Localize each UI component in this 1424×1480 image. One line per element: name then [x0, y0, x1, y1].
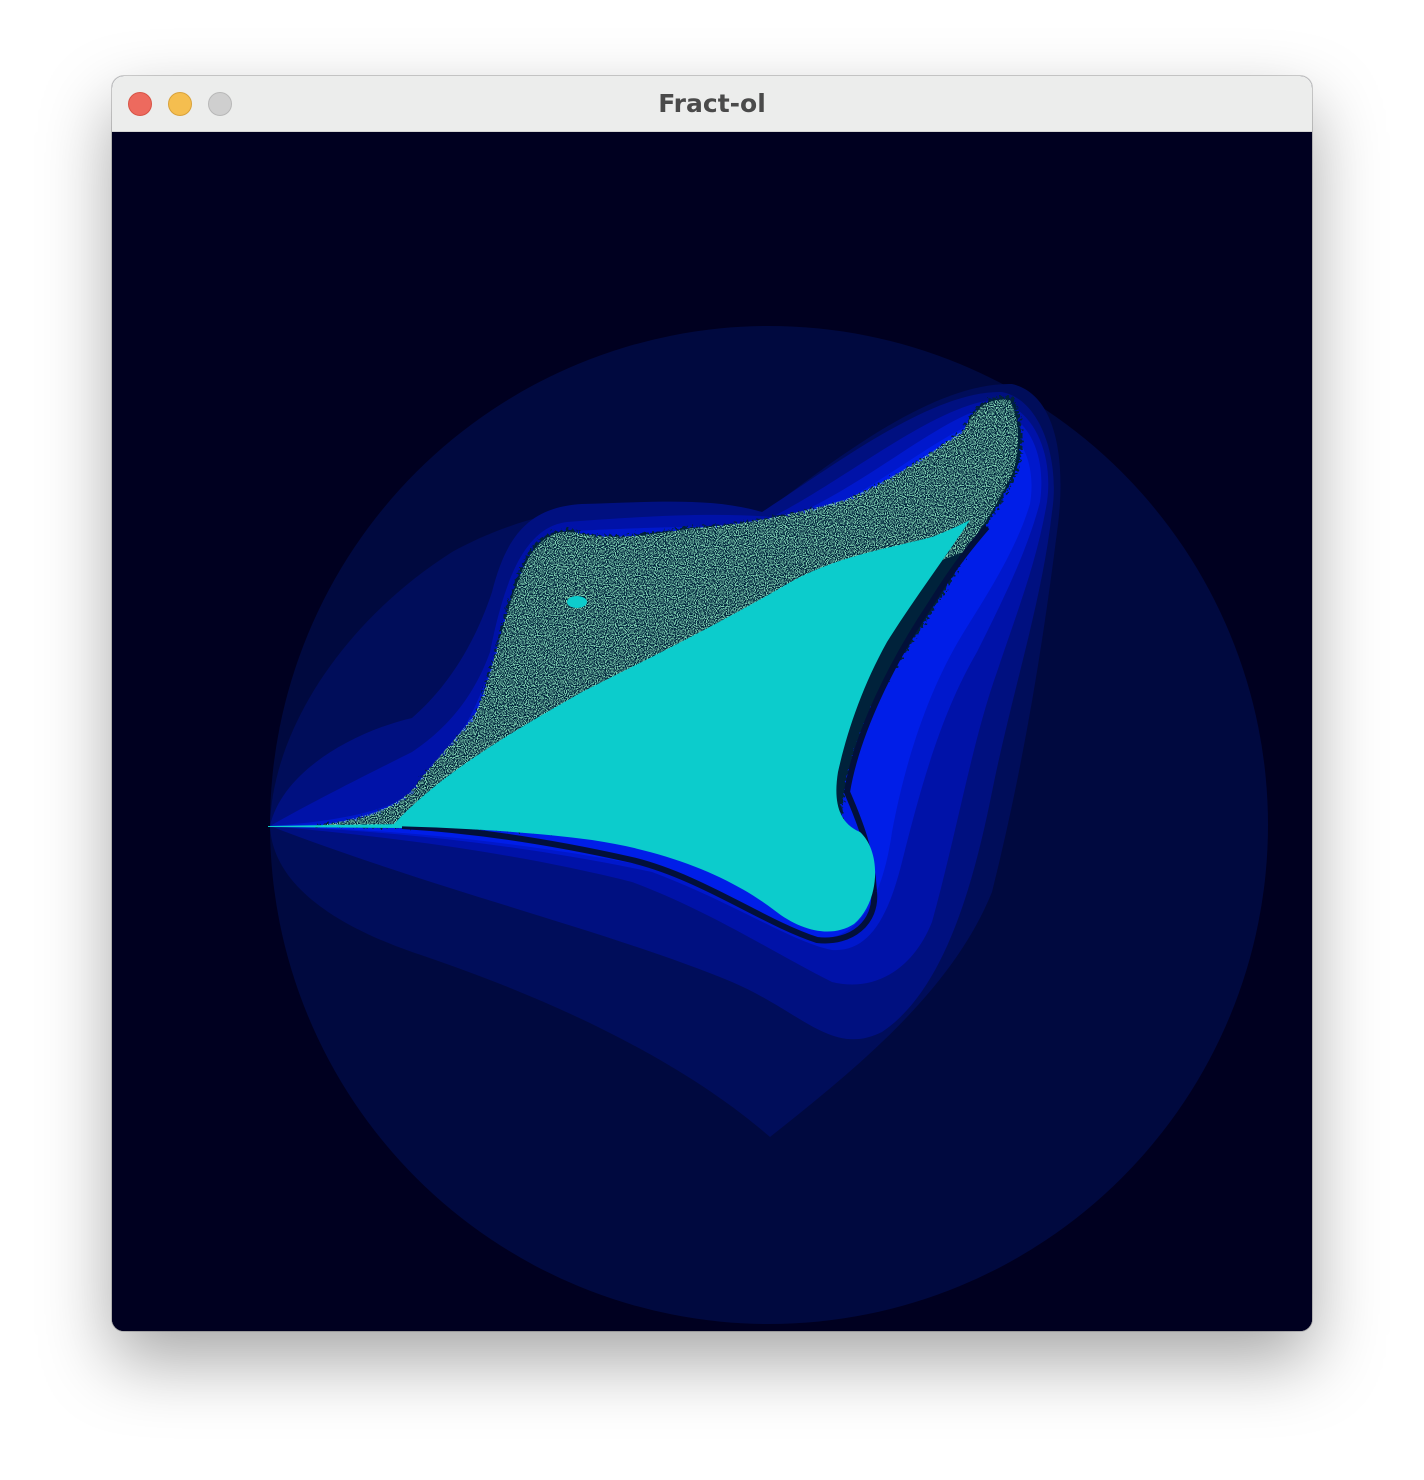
fractal-blob	[567, 596, 587, 608]
title-bar[interactable]: Fract-ol	[112, 76, 1312, 132]
window-title: Fract-ol	[658, 89, 766, 118]
app-window: Fract-ol	[112, 76, 1312, 1331]
fractal-canvas[interactable]	[112, 132, 1312, 1331]
fractal-render	[112, 132, 1312, 1331]
